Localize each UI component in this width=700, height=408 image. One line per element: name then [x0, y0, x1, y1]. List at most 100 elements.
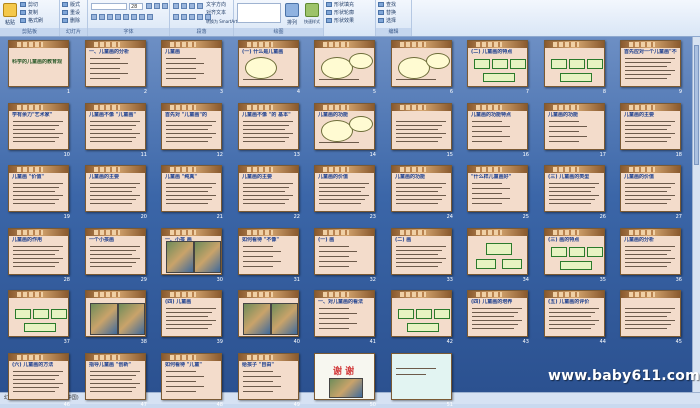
- slide-sorter-view[interactable]: [0, 37, 700, 392]
- shadow-icon[interactable]: [123, 14, 129, 20]
- slide-text-line: [625, 141, 667, 142]
- slide-thumbnail[interactable]: 首先对 "儿童画"的: [161, 103, 222, 150]
- strikethrough-icon[interactable]: [115, 14, 121, 20]
- slide-thumbnail[interactable]: [391, 290, 452, 337]
- shape-outline-button[interactable]: 形状轮廓: [326, 10, 354, 17]
- slide-thumbnail[interactable]: 儿童画的主要: [238, 165, 299, 212]
- slide-thumbnail[interactable]: 一、小孩 画: [161, 228, 222, 275]
- copy-button[interactable]: 复制: [20, 10, 38, 17]
- slide-thumbnail[interactable]: [314, 40, 375, 87]
- slide-thumbnail[interactable]: [620, 290, 681, 337]
- grow-font-icon[interactable]: [146, 3, 152, 9]
- slide-thumbnail[interactable]: 儿童画 "纯真": [161, 165, 222, 212]
- quick-styles-button[interactable]: 快速样式: [302, 2, 322, 26]
- slide-thumbnail[interactable]: (五) 儿童画的评价: [544, 290, 605, 337]
- slide-text-line: [166, 78, 196, 79]
- slide-thumbnail[interactable]: 如何看待 "不像": [238, 228, 299, 275]
- font-color-icon[interactable]: [147, 14, 153, 20]
- scrollbar-thumb[interactable]: [694, 45, 699, 165]
- align-left-icon[interactable]: [173, 14, 179, 20]
- slide-thumbnail[interactable]: (二) 画: [391, 228, 452, 275]
- align-right-icon[interactable]: [189, 14, 195, 20]
- align-text-button[interactable]: 对齐文本: [206, 10, 226, 17]
- slide-thumbnail[interactable]: 儿童画的分析: [620, 228, 681, 275]
- arrange-button[interactable]: 排列: [284, 2, 300, 26]
- slide-text-line: [90, 199, 136, 200]
- case-icon[interactable]: [139, 14, 145, 20]
- slide-thumbnail[interactable]: 一、对儿童画的看法: [314, 290, 375, 337]
- slide-thumbnail[interactable]: 给孩子 "自由": [238, 353, 299, 400]
- slide-thumbnail[interactable]: (一) 什么是儿童画: [238, 40, 299, 87]
- slide-thumbnail[interactable]: 首先应对一个儿童画"不像": [620, 40, 681, 87]
- format-painter-button[interactable]: 格式刷: [20, 18, 43, 25]
- slide-thumbnail[interactable]: [85, 290, 146, 337]
- slide-text-line: [625, 250, 671, 251]
- justify-icon[interactable]: [197, 14, 203, 20]
- bullets-icon[interactable]: [173, 3, 179, 9]
- slide-thumbnail[interactable]: "什么样儿童画好": [467, 165, 528, 212]
- slide-thumbnail[interactable]: (四) 儿童画的培养: [467, 290, 528, 337]
- italic-icon[interactable]: [99, 14, 105, 20]
- slide-thumbnail[interactable]: 儿童画的功能: [391, 165, 452, 212]
- clear-format-icon[interactable]: [162, 3, 168, 9]
- slide-thumbnail[interactable]: 儿童画的功能: [314, 103, 375, 150]
- replace-button[interactable]: 替换: [378, 10, 396, 17]
- slide-thumbnail[interactable]: [467, 228, 528, 275]
- shapes-gallery[interactable]: [237, 3, 281, 23]
- slide-thumbnail[interactable]: [8, 290, 69, 337]
- font-name-box[interactable]: [91, 3, 127, 10]
- underline-icon[interactable]: [107, 14, 113, 20]
- slide-thumbnail[interactable]: 儿童画不像 "的 基本": [238, 103, 299, 150]
- slide-thumbnail[interactable]: [391, 40, 452, 87]
- slide-thumbnail[interactable]: 儿童画的主要: [620, 103, 681, 150]
- cut-button[interactable]: 剪切: [20, 2, 38, 9]
- shape-fill-button[interactable]: 形状填充: [326, 2, 354, 9]
- slide-thumbnail[interactable]: (六) 儿童画的方法: [8, 353, 69, 400]
- slide-thumbnail[interactable]: [544, 40, 605, 87]
- slide-thumbnail[interactable]: 儿童画的作用: [8, 228, 69, 275]
- slide-thumbnail[interactable]: 指导儿童画 "创新": [85, 353, 146, 400]
- slide-thumbnail[interactable]: (四) 儿童画: [161, 290, 222, 337]
- slide-thumbnail[interactable]: 一、儿童画的分析: [85, 40, 146, 87]
- indent-decrease-icon[interactable]: [189, 3, 195, 9]
- slide-thumbnail[interactable]: [391, 353, 452, 400]
- smartart-button[interactable]: 转换为 SmartArt: [206, 18, 237, 25]
- slide-thumbnail[interactable]: 科学的儿童画的教育观: [8, 40, 69, 87]
- slide-text-line: [396, 121, 446, 122]
- select-button[interactable]: 选择: [378, 18, 396, 25]
- slide-thumbnail[interactable]: 学有余力"艺术家": [8, 103, 69, 150]
- numbering-icon[interactable]: [181, 3, 187, 9]
- slide-thumbnail[interactable]: (三) 画的特点: [544, 228, 605, 275]
- slide-thumbnail[interactable]: 儿童画的主要: [85, 165, 146, 212]
- slide-thumbnail[interactable]: 一个小孩画: [85, 228, 146, 275]
- delete-slide-button[interactable]: 删除: [62, 18, 80, 25]
- spacing-icon[interactable]: [131, 14, 137, 20]
- slide-thumbnail[interactable]: (三) 儿童画的类型: [544, 165, 605, 212]
- slide-thumbnail[interactable]: 儿童画的价值: [314, 165, 375, 212]
- slide-thumbnail[interactable]: 儿童画的功能: [544, 103, 605, 150]
- indent-increase-icon[interactable]: [197, 3, 203, 9]
- bold-icon[interactable]: [91, 14, 97, 20]
- text-direction-button[interactable]: 文字方向: [206, 2, 226, 9]
- slide-thumbnail[interactable]: 如何看待 "儿童": [161, 353, 222, 400]
- shrink-font-icon[interactable]: [154, 3, 160, 9]
- slide-thumbnail[interactable]: [391, 103, 452, 150]
- font-size-box[interactable]: 28: [129, 3, 143, 10]
- list-controls: [173, 3, 203, 10]
- align-center-icon[interactable]: [181, 14, 187, 20]
- shape-effects-button[interactable]: 形状效果: [326, 18, 354, 25]
- layout-button[interactable]: 版式: [62, 2, 80, 9]
- paste-button[interactable]: 粘贴: [2, 2, 18, 26]
- slide-thumbnail[interactable]: 儿童画的功能特点: [467, 103, 528, 150]
- reset-button[interactable]: 重设: [62, 10, 80, 17]
- slide-thumbnail[interactable]: 儿童画的价值: [620, 165, 681, 212]
- slide-thumbnail[interactable]: 谢 谢: [314, 353, 375, 400]
- slide-thumbnail[interactable]: [238, 290, 299, 337]
- vertical-scrollbar[interactable]: [692, 37, 700, 392]
- slide-thumbnail[interactable]: (一) 画: [314, 228, 375, 275]
- slide-thumbnail[interactable]: (二) 儿童画的特点: [467, 40, 528, 87]
- slide-thumbnail[interactable]: 儿童画 "价值": [8, 165, 69, 212]
- find-button[interactable]: 查找: [378, 2, 396, 9]
- slide-thumbnail[interactable]: 儿童画不像 "儿童画": [85, 103, 146, 150]
- slide-thumbnail[interactable]: 儿童画: [161, 40, 222, 87]
